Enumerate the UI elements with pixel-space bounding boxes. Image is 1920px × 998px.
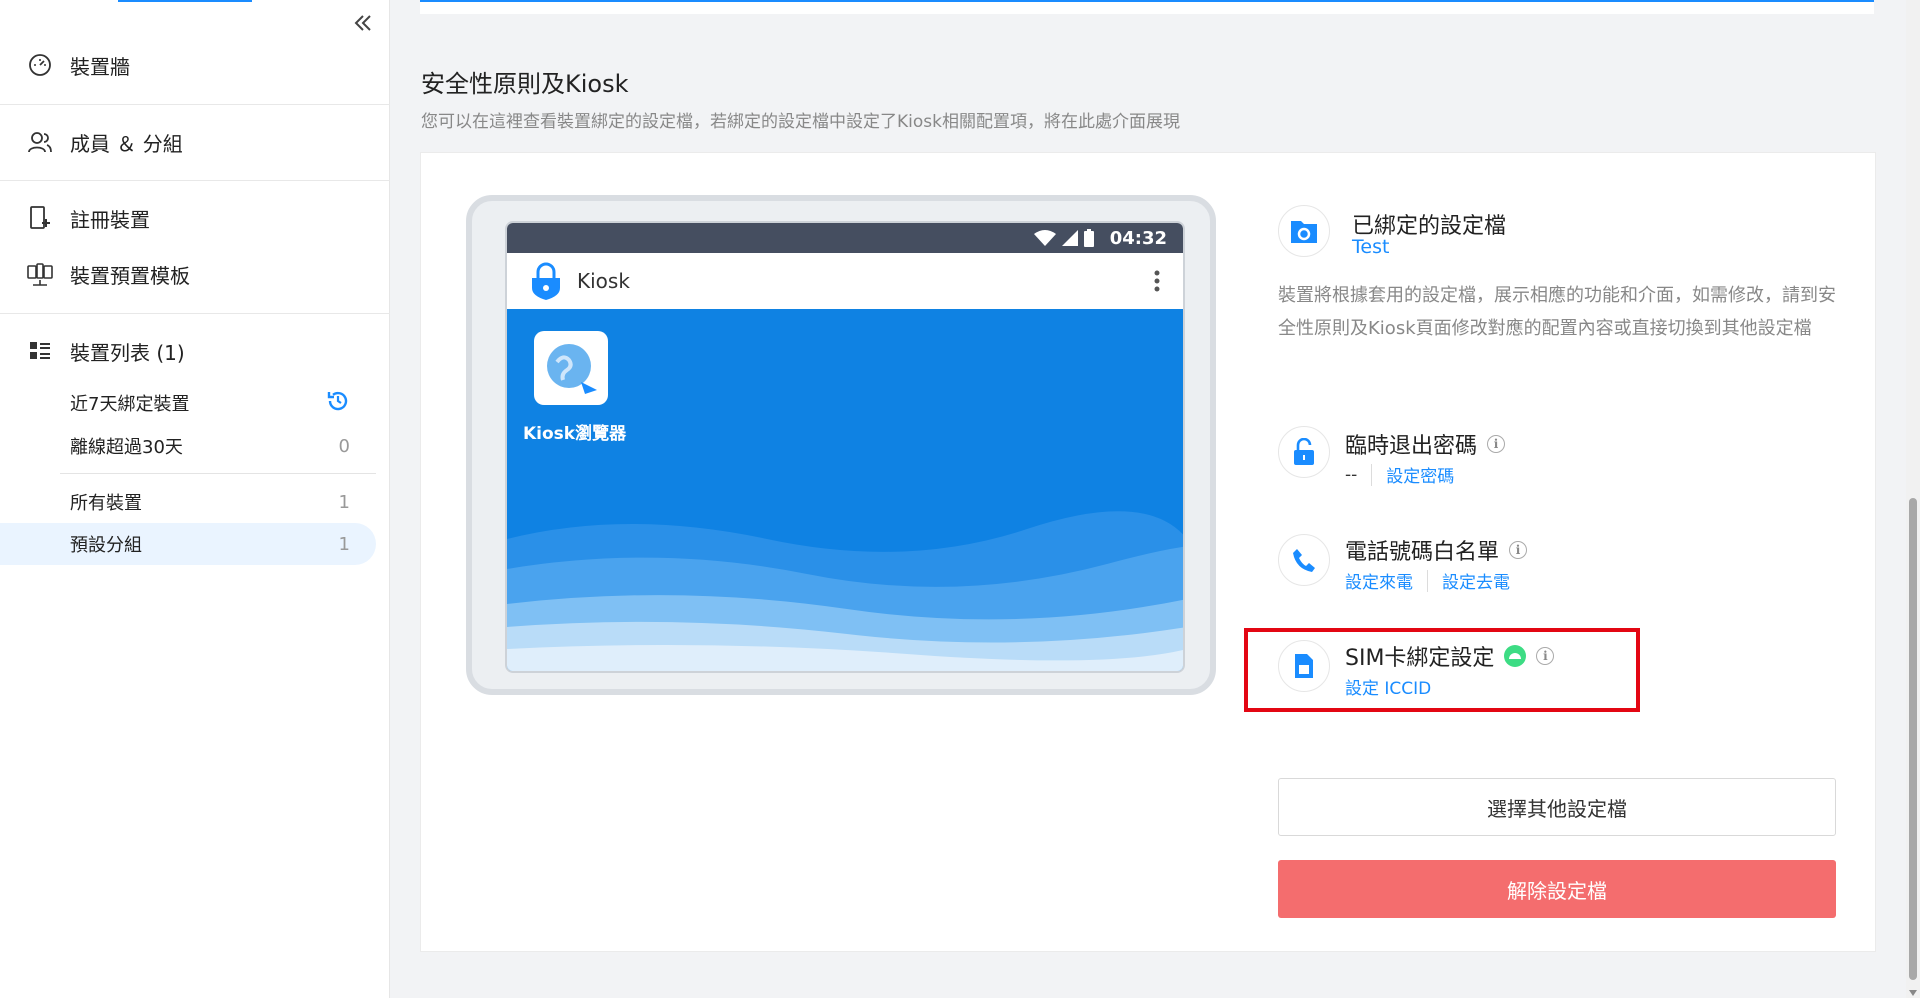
phone-icon (1293, 549, 1315, 572)
sidebar-item-label: 註冊裝置 (70, 207, 150, 232)
sidebar-item-template[interactable]: 裝置預置模板 (0, 246, 390, 302)
separator (1427, 569, 1428, 592)
globe-icon (547, 344, 597, 394)
sidebar-item-register[interactable]: 註冊裝置 (0, 190, 390, 246)
exit-password-title: 臨時退出密碼 i (1345, 428, 1506, 460)
sidebar: 裝置牆 成員 ＆ 分組 註冊裝置 裝置預置模板 裝置列表 (1) 近7天綁定裝置… (0, 0, 390, 998)
gauge-icon (26, 51, 54, 79)
tablet-preview: 04:32 Kiosk Kiosk瀏覽器 (466, 195, 1216, 695)
sidebar-item-recent-bound[interactable]: 近7天綁定裝置 (0, 382, 376, 424)
users-icon (26, 128, 54, 156)
app-label: Kiosk瀏覽器 (523, 424, 627, 444)
sub-item-count: 0 (338, 435, 350, 457)
info-icon[interactable]: i (1509, 541, 1528, 559)
folder-settings-icon (1291, 221, 1317, 243)
sidebar-item-label: 裝置列表 (1) (70, 340, 185, 365)
sub-item-label: 預設分組 (70, 535, 142, 556)
sub-item-label: 近7天綁定裝置 (70, 394, 190, 415)
info-icon[interactable]: i (1487, 435, 1506, 453)
lock-app-icon (532, 262, 560, 300)
wave-background (507, 511, 1183, 671)
sidebar-item-dashboard[interactable]: 裝置牆 (0, 37, 390, 93)
separator (1371, 463, 1373, 486)
sidebar-item-label: 裝置預置模板 (70, 263, 190, 288)
scrollbar-thumb[interactable] (1909, 498, 1917, 980)
sidebar-top-accent (118, 0, 252, 2)
signal-icon (1061, 230, 1078, 246)
phone-whitelist-row: 設定來電 設定去電 (1345, 568, 1510, 593)
sidebar-item-label: 成員 ＆ 分組 (70, 131, 183, 156)
sidebar-item-default-group[interactable]: 預設分組 1 (0, 523, 376, 565)
sub-item-label: 離線超過30天 (70, 437, 183, 458)
sidebar-item-offline[interactable]: 離線超過30天 0 (0, 425, 376, 467)
list-icon (26, 337, 54, 365)
exit-password-title-text: 臨時退出密碼 (1345, 434, 1478, 459)
history-icon (326, 389, 350, 418)
add-device-icon (26, 204, 54, 232)
set-outgoing-link[interactable]: 設定去電 (1442, 568, 1510, 593)
scrollbar[interactable] (1906, 0, 1920, 998)
status-time: 04:32 (1109, 227, 1167, 249)
divider (0, 104, 390, 105)
sidebar-item-all-devices[interactable]: 所有裝置 1 (0, 481, 376, 523)
unlock-icon (1294, 438, 1314, 465)
sub-item-count: 1 (338, 533, 350, 555)
phone-icon-circle (1278, 534, 1330, 586)
exit-password-icon-circle (1278, 426, 1330, 478)
sidebar-item-label: 裝置牆 (70, 54, 130, 79)
highlight-box (1244, 628, 1640, 712)
divider (60, 473, 376, 474)
phone-whitelist-title: 電話號碼白名單 i (1345, 534, 1528, 566)
kiosk-browser-app[interactable] (534, 331, 608, 405)
profile-description: 裝置將根據套用的設定檔，展示相應的功能和介面，如需修改，請到安全性原則及Kios… (1278, 285, 1836, 339)
profile-icon-circle (1278, 205, 1330, 257)
sub-item-label: 所有裝置 (70, 493, 142, 514)
sub-item-count: 1 (338, 491, 350, 513)
set-incoming-link[interactable]: 設定來電 (1345, 568, 1413, 593)
tablet-screen: 04:32 Kiosk Kiosk瀏覽器 (505, 221, 1185, 673)
phone-whitelist-title-text: 電話號碼白名單 (1345, 540, 1500, 565)
app-launcher: Kiosk瀏覽器 (507, 309, 1183, 671)
exit-password-value: -- (1345, 464, 1358, 485)
double-chevron-left-icon (354, 15, 371, 31)
divider (0, 180, 390, 181)
scroll-down-arrow-icon[interactable] (1909, 990, 1917, 996)
section-title: 安全性原則及Kiosk (421, 70, 629, 98)
sidebar-item-device-list[interactable]: 裝置列表 (1) (0, 323, 390, 379)
exit-password-row: -- 設定密碼 (1345, 462, 1454, 487)
app-name: Kiosk (577, 269, 630, 293)
sidebar-item-members[interactable]: 成員 ＆ 分組 (0, 114, 390, 170)
collapse-sidebar-button[interactable] (350, 10, 376, 36)
more-vert-icon[interactable] (1153, 269, 1161, 293)
status-bar: 04:32 (507, 223, 1183, 253)
battery-icon (1083, 229, 1094, 247)
divider (0, 313, 390, 314)
app-bar: Kiosk (507, 253, 1183, 309)
profile-name-link[interactable]: Test (1352, 236, 1389, 258)
wifi-icon (1033, 230, 1056, 246)
set-password-link[interactable]: 設定密碼 (1386, 462, 1454, 487)
section-description: 您可以在這裡查看裝置綁定的設定檔，若綁定的設定檔中設定了Kiosk相關配置項，將… (421, 112, 1180, 132)
choose-other-profile-button[interactable]: 選擇其他設定檔 (1278, 778, 1836, 836)
previous-card (420, 0, 1874, 14)
unbind-profile-button[interactable]: 解除設定檔 (1278, 860, 1836, 918)
template-icon (26, 260, 54, 288)
